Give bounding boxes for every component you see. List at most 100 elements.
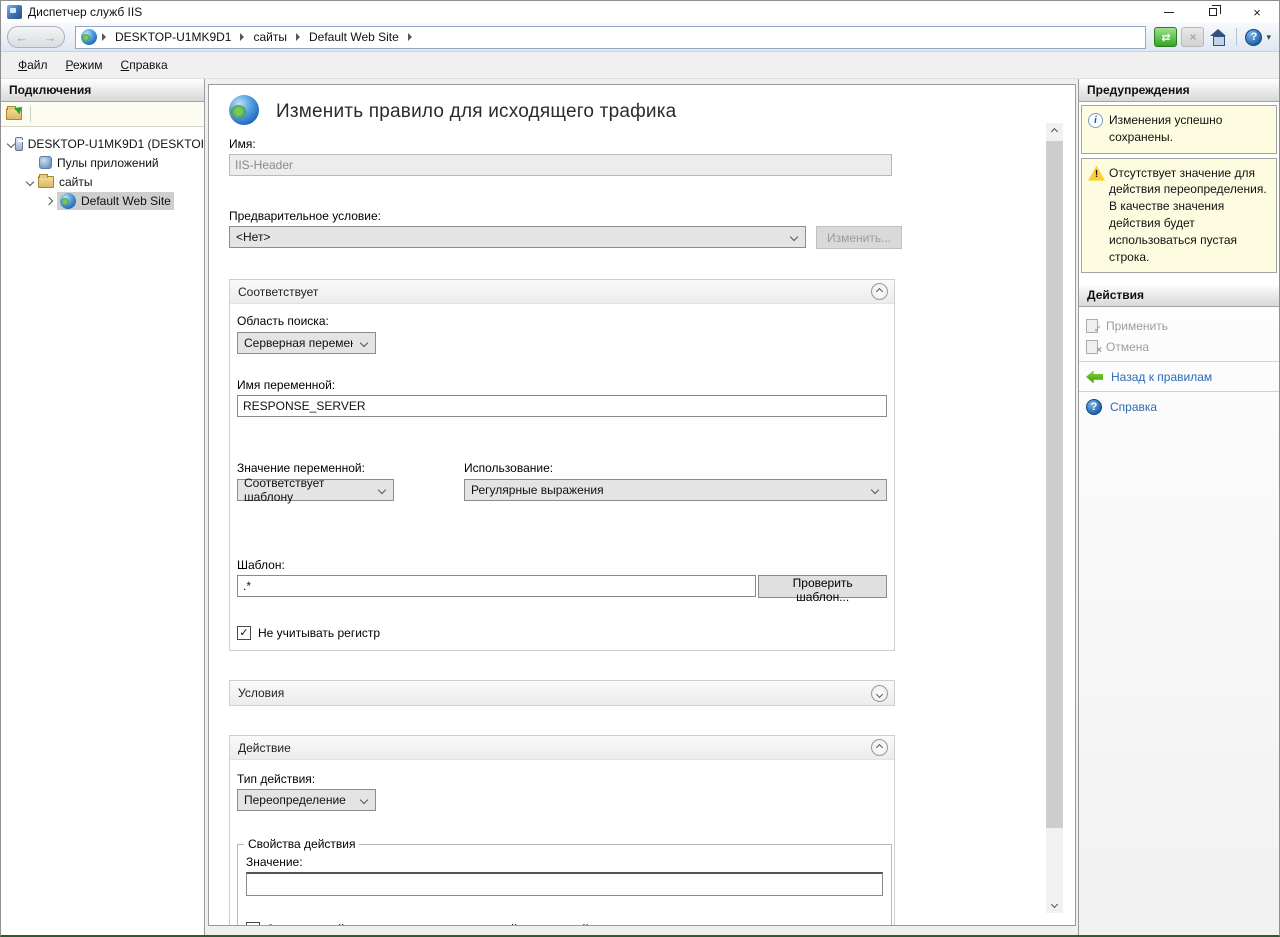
divider xyxy=(1079,361,1279,362)
apply-icon: ✓ xyxy=(1086,319,1098,333)
collapse-section-button[interactable] xyxy=(871,739,888,756)
sites-folder-icon xyxy=(38,176,54,188)
pattern-input[interactable] xyxy=(237,575,756,597)
stop-icon[interactable]: × xyxy=(1181,27,1204,47)
variable-name-input[interactable] xyxy=(237,395,887,417)
name-input[interactable] xyxy=(229,154,892,176)
ignore-case-label: Не учитывать регистр xyxy=(258,626,380,640)
title-bar: Диспетчер служб IIS × xyxy=(1,1,1279,23)
iis-manager-window: Диспетчер служб IIS × ← → DESKTOP-U1MK9D… xyxy=(0,0,1280,937)
navigation-buttons: ← → xyxy=(7,26,65,48)
collapse-icon[interactable] xyxy=(22,179,38,185)
vertical-scrollbar[interactable] xyxy=(1046,123,1063,913)
alert-text: Изменения успешно сохранены. xyxy=(1109,113,1222,144)
tree-label: Пулы приложений xyxy=(57,156,159,170)
apply-button[interactable]: ✓ Применить xyxy=(1079,315,1279,336)
alert-text: Отсутствует значение для действия переоп… xyxy=(1109,166,1267,264)
using-value: Регулярные выражения xyxy=(471,483,604,497)
breadcrumb-default-web-site[interactable]: Default Web Site xyxy=(305,30,403,44)
home-icon[interactable] xyxy=(1208,27,1228,47)
scroll-down-icon[interactable] xyxy=(1046,896,1063,913)
app-pools-icon xyxy=(39,156,52,169)
variable-value-select[interactable]: Соответствует шаблону xyxy=(237,479,394,501)
scrollbar-thumb[interactable] xyxy=(1046,141,1063,828)
window-body: Подключения DESKTOP-U1MK9D1 (DESKTOI Пул… xyxy=(1,79,1279,935)
action-section-header[interactable]: Действие xyxy=(230,736,894,760)
scope-select[interactable]: Серверная переменн xyxy=(237,332,376,354)
expand-section-button[interactable] xyxy=(871,685,888,702)
tree-item-sites[interactable]: сайты xyxy=(1,172,204,191)
menu-help[interactable]: Справка xyxy=(112,54,177,76)
help-link[interactable]: ? Справка xyxy=(1079,396,1279,417)
connections-tree: DESKTOP-U1MK9D1 (DESKTOI Пулы приложений… xyxy=(1,127,204,935)
iis-app-icon xyxy=(7,5,22,19)
value-label: Значение: xyxy=(246,855,883,869)
breadcrumb-server[interactable]: DESKTOP-U1MK9D1 xyxy=(111,30,235,44)
close-button[interactable]: × xyxy=(1235,1,1279,23)
tree-item-app-pools[interactable]: Пулы приложений xyxy=(1,153,204,172)
cancel-button[interactable]: × Отмена xyxy=(1079,336,1279,357)
toolbar-divider xyxy=(1236,28,1237,46)
action-properties-group: Свойства действия Значение: ✓ Заменить д… xyxy=(237,837,892,926)
ignore-case-checkbox[interactable]: ✓ xyxy=(237,626,251,640)
tree-label: Default Web Site xyxy=(81,194,171,208)
forward-icon[interactable]: → xyxy=(44,31,57,44)
breadcrumb-arrow-icon[interactable] xyxy=(296,33,300,41)
action-type-value: Переопределение xyxy=(244,793,346,807)
back-to-rules-link[interactable]: Назад к правилам xyxy=(1079,366,1279,387)
test-pattern-button[interactable]: Проверить шаблон... xyxy=(758,575,887,598)
connections-toolbar xyxy=(1,102,204,127)
scope-value: Серверная переменн xyxy=(244,336,353,350)
action-type-label: Тип действия: xyxy=(237,772,887,786)
apply-label: Применить xyxy=(1106,319,1168,333)
help-dropdown-icon[interactable]: ▾ xyxy=(1266,32,1271,43)
menu-file[interactable]: Файл xyxy=(9,54,57,76)
replace-value-checkbox[interactable]: ✓ xyxy=(246,922,260,926)
refresh-icon[interactable]: ⇄ xyxy=(1154,27,1177,47)
action-section-title: Действие xyxy=(238,741,291,755)
globe-icon xyxy=(81,29,97,45)
using-select[interactable]: Регулярные выражения xyxy=(464,479,887,501)
restore-button[interactable] xyxy=(1191,1,1235,23)
divider xyxy=(1079,391,1279,392)
expand-icon[interactable] xyxy=(41,198,57,204)
match-section-title: Соответствует xyxy=(238,285,318,299)
server-icon xyxy=(15,137,23,151)
variable-name-label: Имя переменной: xyxy=(237,378,887,392)
pattern-label: Шаблон: xyxy=(237,558,887,572)
tree-item-default-web-site[interactable]: Default Web Site xyxy=(1,191,204,210)
tree-item-server[interactable]: DESKTOP-U1MK9D1 (DESKTOI xyxy=(1,134,204,153)
back-to-rules-label: Назад к правилам xyxy=(1111,370,1212,384)
actions-list: ✓ Применить × Отмена Назад к правилам ? … xyxy=(1079,307,1279,935)
scroll-up-icon[interactable] xyxy=(1046,123,1063,140)
back-icon[interactable]: ← xyxy=(16,31,29,44)
warnings-header: Предупреждения xyxy=(1079,79,1279,102)
breadcrumb-arrow-icon[interactable] xyxy=(408,33,412,41)
page-title: Изменить правило для исходящего трафика xyxy=(276,101,676,123)
action-type-select[interactable]: Переопределение xyxy=(237,789,376,811)
minimize-button[interactable] xyxy=(1147,1,1191,23)
breadcrumb-arrow-icon[interactable] xyxy=(102,33,106,41)
content-column: Изменить правило для исходящего трафика … xyxy=(205,79,1078,935)
value-input[interactable] xyxy=(246,872,883,896)
match-section-header[interactable]: Соответствует xyxy=(230,280,894,304)
match-section: Соответствует Область поиска: Серверная … xyxy=(229,279,895,651)
conditions-section-title: Условия xyxy=(238,686,284,700)
precondition-select[interactable]: <Нет> xyxy=(229,226,806,248)
breadcrumb-sites[interactable]: сайты xyxy=(249,30,291,44)
page-globe-icon xyxy=(229,95,259,125)
new-connection-icon[interactable] xyxy=(6,108,22,120)
warning-icon: ! xyxy=(1088,166,1105,181)
chevron-down-icon xyxy=(871,486,879,494)
back-arrow-icon xyxy=(1086,370,1103,383)
help-icon[interactable]: ? xyxy=(1245,29,1262,46)
edit-precondition-button[interactable]: Изменить... xyxy=(816,226,902,249)
tree-label: сайты xyxy=(59,175,93,189)
address-bar: ← → DESKTOP-U1MK9D1 сайты Default Web Si… xyxy=(1,23,1279,52)
using-label: Использование: xyxy=(464,461,887,475)
conditions-section-header[interactable]: Условия xyxy=(230,681,894,705)
collapse-section-button[interactable] xyxy=(871,283,888,300)
collapse-icon[interactable] xyxy=(6,141,15,147)
breadcrumb-arrow-icon[interactable] xyxy=(240,33,244,41)
menu-view[interactable]: Режим xyxy=(57,54,112,76)
